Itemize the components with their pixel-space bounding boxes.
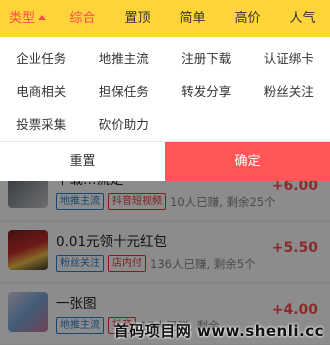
type-filter-panel: 企业任务 地推主流 注册下载 认证绑卡 电商相关 担保任务 转发分享 粉丝关注 … <box>0 37 330 141</box>
filter-option[interactable]: 电商相关 <box>0 75 83 108</box>
filter-option[interactable]: 担保任务 <box>83 75 166 108</box>
filter-option[interactable]: 砍价助力 <box>83 108 166 141</box>
watermark: 首码项目网 www.shenli.cc <box>113 322 324 340</box>
filter-option[interactable]: 认证绑卡 <box>248 42 330 75</box>
tab-pinned[interactable]: 置顶 <box>110 0 165 37</box>
reset-button[interactable]: 重置 <box>0 142 165 181</box>
tab-bar: 类型 综合 置顶 简单 高价 人气 <box>0 0 330 37</box>
filter-option[interactable]: 转发分享 <box>165 75 248 108</box>
filter-option[interactable]: 粉丝关注 <box>248 75 330 108</box>
tab-high-price[interactable]: 高价 <box>220 0 275 37</box>
filter-option[interactable]: 企业任务 <box>0 42 83 75</box>
filter-option[interactable]: 投票采集 <box>0 108 83 141</box>
tab-popularity[interactable]: 人气 <box>275 0 330 37</box>
caret-up-icon <box>38 15 46 20</box>
tab-simple[interactable]: 简单 <box>165 0 220 37</box>
tab-label: 类型 <box>8 11 35 26</box>
confirm-button[interactable]: 确定 <box>165 142 330 181</box>
tab-comprehensive[interactable]: 综合 <box>55 0 110 37</box>
filter-option[interactable]: 地推主流 <box>83 42 166 75</box>
filter-actions: 重置 确定 <box>0 141 330 181</box>
filter-option[interactable]: 注册下载 <box>165 42 248 75</box>
tab-type[interactable]: 类型 <box>0 0 55 37</box>
